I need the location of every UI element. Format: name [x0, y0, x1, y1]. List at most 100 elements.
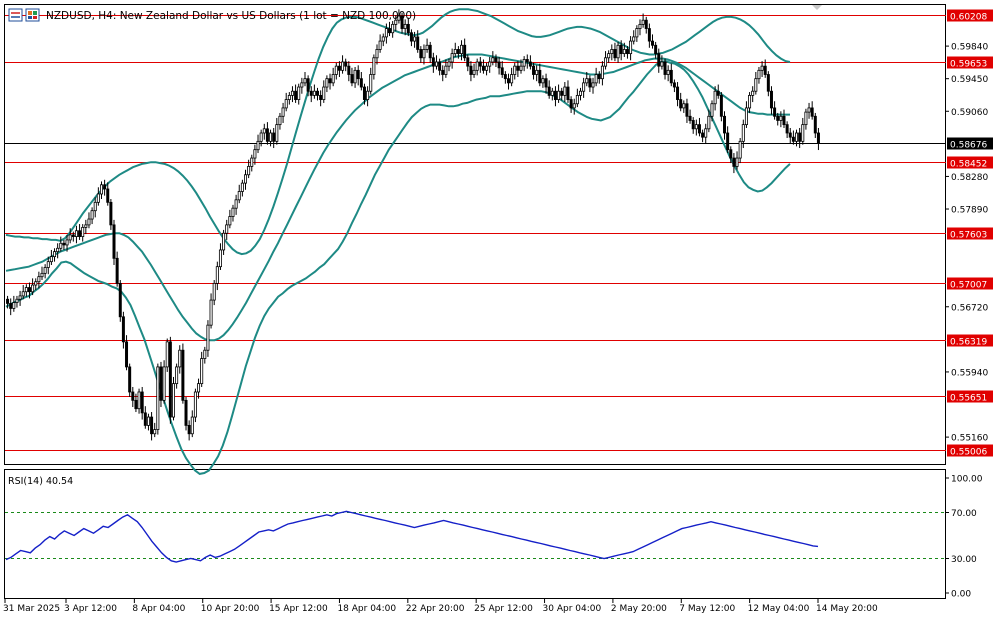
candle-body	[798, 132, 802, 142]
price-tick-label: 0.59450	[951, 75, 988, 85]
candle-body	[488, 61, 492, 67]
candle-body	[685, 103, 689, 117]
candle-body	[438, 61, 442, 71]
candle-body	[716, 90, 720, 96]
candle-body	[788, 132, 792, 138]
chart-grid-icon[interactable]	[25, 8, 40, 22]
candle-body	[413, 36, 417, 42]
candle-body	[525, 59, 529, 63]
candle-body	[37, 276, 41, 283]
candle-body	[187, 425, 191, 435]
candle-body	[719, 94, 723, 117]
candle-body	[607, 53, 611, 59]
candle-body	[168, 341, 172, 418]
candle-body	[773, 107, 777, 117]
candle-body	[754, 78, 758, 92]
candle-body	[522, 59, 526, 67]
candle-body	[572, 103, 576, 109]
candle-body	[347, 65, 351, 75]
candle-body	[106, 188, 110, 203]
candle-body	[165, 341, 169, 368]
candle-body	[21, 291, 25, 297]
candle-body	[190, 416, 194, 435]
candle-body	[654, 44, 658, 55]
candle-body	[250, 157, 254, 167]
candle-body	[804, 111, 808, 126]
candle-body	[65, 239, 69, 246]
candle-body	[269, 132, 273, 142]
candle-body	[184, 399, 188, 426]
candle-body	[560, 90, 564, 96]
price-tick-label: 0.56720	[951, 303, 988, 313]
candle-body	[463, 44, 467, 59]
candle-body	[222, 232, 226, 251]
candle-body	[450, 53, 454, 63]
candle-body	[388, 28, 392, 34]
candle-body	[688, 115, 692, 121]
price-tick-label: 0.58280	[951, 173, 988, 183]
candle-body	[694, 124, 698, 130]
candle-body	[469, 65, 473, 75]
candle-body	[297, 86, 301, 100]
candle-body	[532, 65, 536, 75]
bollinger-middle-band	[5, 53, 790, 342]
time-tick-label: 10 Apr 20:00	[201, 604, 260, 614]
candle-body	[215, 266, 219, 284]
time-tick-label: 30 Apr 04:00	[543, 604, 602, 614]
candle-body	[237, 191, 241, 201]
candle-body	[146, 416, 150, 426]
candle-body	[726, 132, 730, 151]
candle-body	[575, 94, 579, 105]
candle-body	[713, 90, 717, 105]
candle-body	[600, 65, 604, 80]
candle-body	[391, 23, 395, 34]
candle-body	[253, 149, 257, 159]
candle-body	[403, 23, 407, 29]
candle-body	[441, 69, 445, 75]
candle-body	[53, 251, 57, 258]
candle-body	[159, 366, 163, 401]
candle-body	[585, 78, 589, 84]
candle-body	[312, 90, 316, 96]
candle-body	[801, 124, 805, 142]
chart-title: NZDUSD, H4: New Zealand Dollar vs US Dol…	[46, 10, 416, 22]
candle-body	[81, 226, 85, 237]
candle-body	[87, 218, 91, 226]
candle-body	[234, 199, 238, 209]
candle-body	[197, 383, 201, 393]
candle-body	[46, 261, 50, 268]
candles-layer	[6, 9, 820, 441]
candle-body	[657, 53, 661, 67]
candle-body	[244, 174, 247, 184]
candle-body	[34, 281, 38, 286]
chart-canvas: 0.60208 0.59653 0.58452 0.57603 0.57007 0.563…	[3, 4, 993, 614]
candle-body	[240, 182, 244, 192]
price-label: 0.59653	[950, 60, 987, 70]
candle-body	[635, 28, 639, 38]
header: NZDUSD, H4: New Zealand Dollar vs US Dol…	[8, 5, 822, 22]
price-tick-label: 0.59840	[951, 43, 988, 53]
candle-body	[24, 287, 28, 293]
candle-body	[134, 399, 138, 410]
candle-body	[582, 82, 586, 92]
candle-body	[813, 115, 817, 134]
candle-body	[710, 103, 714, 117]
candle-body	[203, 349, 207, 359]
candle-body	[741, 124, 745, 142]
price-tick-label: 0.59060	[951, 108, 988, 118]
candle-body	[535, 69, 539, 75]
candle-body	[56, 247, 60, 253]
candle-body	[406, 23, 410, 34]
rsi-line	[5, 510, 819, 563]
candle-body	[697, 124, 701, 134]
candle-body	[434, 61, 438, 67]
candle-body	[366, 90, 370, 100]
chart-bars-icon[interactable]	[8, 8, 23, 22]
candle-body	[776, 115, 780, 121]
candle-body	[691, 120, 695, 130]
triangle-down-icon[interactable]	[812, 5, 822, 10]
candle-body	[723, 115, 727, 134]
candle-body	[206, 324, 210, 351]
candle-body	[344, 61, 348, 67]
candle-body	[547, 86, 551, 96]
